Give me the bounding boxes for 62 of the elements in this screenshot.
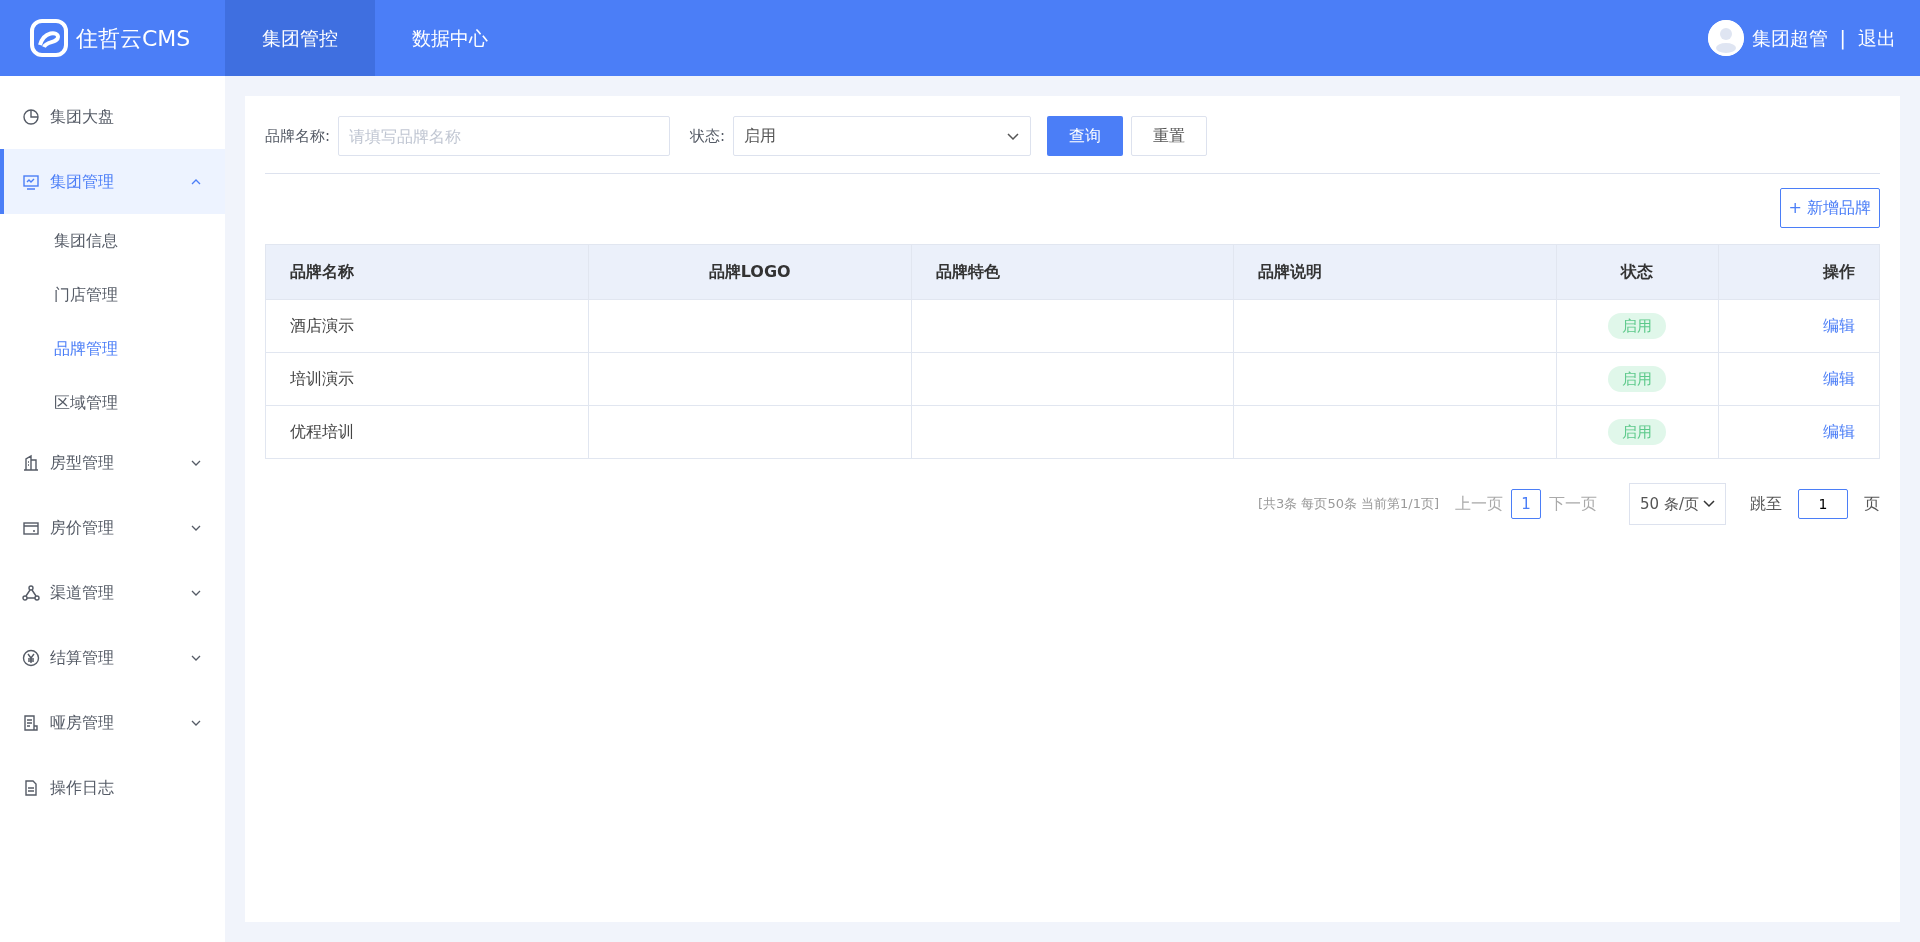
page-size-select[interactable]: 50 条/页	[1629, 483, 1726, 525]
nav-tab[interactable]: 数据中心	[375, 0, 525, 76]
sidebar-item[interactable]: 渠道管理	[0, 560, 225, 625]
edit-link[interactable]: 编辑	[1823, 316, 1855, 335]
submenu-item[interactable]: 集团信息	[0, 214, 225, 268]
page-number[interactable]: 1	[1511, 489, 1542, 519]
sidebar-item[interactable]: 集团管理	[0, 149, 225, 214]
table-cell: 优程培训	[265, 405, 589, 459]
column-header: 状态	[1556, 244, 1719, 300]
sidebar-item[interactable]: 哑房管理	[0, 690, 225, 755]
page-input[interactable]: 1	[1798, 489, 1848, 519]
nav-tab[interactable]: 集团管控	[225, 0, 375, 76]
chevron-icon	[191, 178, 201, 185]
menu-icon	[22, 713, 40, 732]
status-tag: 启用	[1608, 312, 1667, 340]
status-select[interactable]: 启用	[733, 116, 1032, 156]
pagination-summary: [共3条 每页50条 当前第1/1页]	[1257, 495, 1440, 514]
separator: |	[1839, 25, 1846, 52]
sidebar-item[interactable]: 集团大盘	[0, 84, 225, 149]
chevron-icon	[191, 589, 201, 596]
column-header: 操作	[1718, 244, 1880, 300]
table-cell: 培训演示	[265, 352, 589, 406]
brand-name-input[interactable]: 请填写品牌名称	[338, 116, 671, 156]
sidebar-item[interactable]: 房价管理	[0, 495, 225, 560]
logout-link[interactable]: 退出	[1858, 23, 1896, 53]
jump-label: 跳至	[1750, 493, 1782, 515]
edit-link[interactable]: 编辑	[1823, 369, 1855, 388]
chevron-icon	[191, 524, 201, 531]
search-button[interactable]: 查询	[1047, 116, 1124, 156]
field-label: 状态:	[690, 125, 726, 147]
sidebar-item[interactable]: 操作日志	[0, 755, 225, 820]
column-header: 品牌说明	[1233, 244, 1557, 300]
menu-icon	[22, 778, 40, 797]
chevron-icon	[191, 654, 201, 661]
column-header: 品牌名称	[265, 244, 589, 300]
menu-icon	[22, 648, 40, 667]
sidebar-item[interactable]: 结算管理	[0, 625, 225, 690]
table-cell: 酒店演示	[265, 299, 589, 353]
submenu-item[interactable]: 门店管理	[0, 268, 225, 322]
sidebar-item[interactable]: 房型管理	[0, 430, 225, 495]
chevron-icon	[1703, 500, 1715, 508]
user-name[interactable]: 集团超管	[1751, 23, 1828, 53]
page-unit-label: 页	[1864, 493, 1880, 515]
column-header: 品牌特色	[911, 244, 1234, 300]
submenu-item[interactable]: 区域管理	[0, 376, 225, 430]
chevron-icon	[191, 459, 201, 466]
status-tag: 启用	[1608, 418, 1667, 446]
status-tag: 启用	[1608, 365, 1667, 393]
menu-icon	[22, 172, 40, 191]
edit-link[interactable]: 编辑	[1823, 422, 1855, 441]
logo-icon	[30, 19, 68, 57]
avatar-icon	[1707, 20, 1744, 56]
reset-button[interactable]: 重置	[1131, 116, 1208, 156]
menu-icon	[22, 453, 40, 472]
menu-icon	[22, 107, 40, 126]
logo-text: 住哲云CMS	[76, 24, 191, 53]
menu-icon	[22, 583, 40, 602]
field-label: 品牌名称:	[265, 125, 331, 147]
chevron-icon	[191, 719, 201, 726]
column-header: 品牌LOGO	[588, 244, 912, 300]
submenu-item[interactable]: 品牌管理	[0, 322, 225, 376]
add-brand-button[interactable]: + 新增品牌	[1779, 188, 1880, 228]
